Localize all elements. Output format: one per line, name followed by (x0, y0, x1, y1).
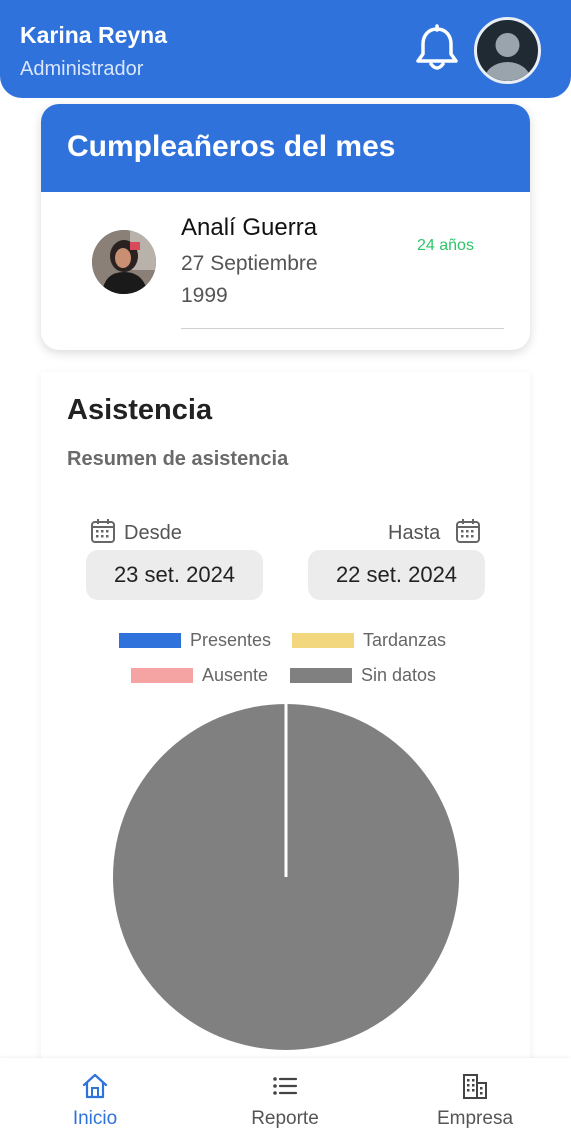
birthday-person-age: 24 años (417, 237, 474, 254)
list-icon (273, 1077, 298, 1095)
legend-label: Ausente (202, 665, 269, 685)
legend-item-presentes: Presentes (119, 630, 289, 650)
home-icon (82, 1073, 108, 1099)
nav-label: Inicio (72, 1108, 118, 1129)
from-label: Desde (124, 522, 182, 544)
app-header: Karina Reyna Administrador (0, 0, 571, 98)
nav-label: Empresa (436, 1108, 514, 1129)
nav-item-reporte[interactable]: Reporte (225, 1058, 345, 1143)
birthday-person-avatar (92, 230, 156, 294)
legend-swatch (292, 633, 354, 648)
birthdays-title: Cumpleañeros del mes (67, 130, 396, 163)
legend-swatch (119, 633, 181, 648)
user-role: Administrador (20, 58, 144, 80)
legend-item-tardanzas: Tardanzas (292, 630, 462, 650)
legend-item-sin-datos: Sin datos (290, 665, 460, 685)
nav-item-inicio[interactable]: Inicio (35, 1058, 155, 1143)
notification-bell-icon[interactable] (414, 24, 460, 74)
attendance-subtitle: Resumen de asistencia (67, 448, 289, 470)
user-name: Karina Reyna (20, 22, 168, 48)
calendar-icon[interactable] (455, 518, 481, 544)
bottom-navigation: Inicio Reporte Empresa (0, 1058, 571, 1143)
birthday-person-name: Analí Guerra (181, 214, 318, 241)
legend-swatch (131, 668, 193, 683)
to-date-button[interactable]: 22 set. 2024 (308, 550, 485, 600)
attendance-panel: Asistencia Resumen de asistencia Desde H… (41, 372, 530, 1072)
from-date-button[interactable]: 23 set. 2024 (86, 550, 263, 600)
birthday-person-date: 27 Septiembre 1999 (181, 252, 318, 307)
attendance-title: Asistencia (67, 394, 213, 426)
legend-label: Tardanzas (363, 630, 447, 650)
legend-label: Presentes (190, 630, 272, 650)
user-silhouette-icon (484, 33, 531, 81)
nav-item-empresa[interactable]: Empresa (415, 1058, 535, 1143)
calendar-icon[interactable] (90, 518, 116, 544)
legend-swatch (290, 668, 352, 683)
building-icon (463, 1074, 487, 1099)
nav-label: Reporte (251, 1108, 319, 1129)
user-avatar[interactable] (474, 17, 541, 84)
legend-item-ausente: Ausente (131, 665, 291, 685)
legend-label: Sin datos (361, 665, 437, 685)
attendance-pie-chart (113, 704, 459, 1050)
to-label: Hasta (388, 522, 441, 544)
birthdays-card: Cumpleañeros del mes Analí Guerra 27 Sep… (41, 104, 530, 350)
divider (181, 328, 504, 329)
